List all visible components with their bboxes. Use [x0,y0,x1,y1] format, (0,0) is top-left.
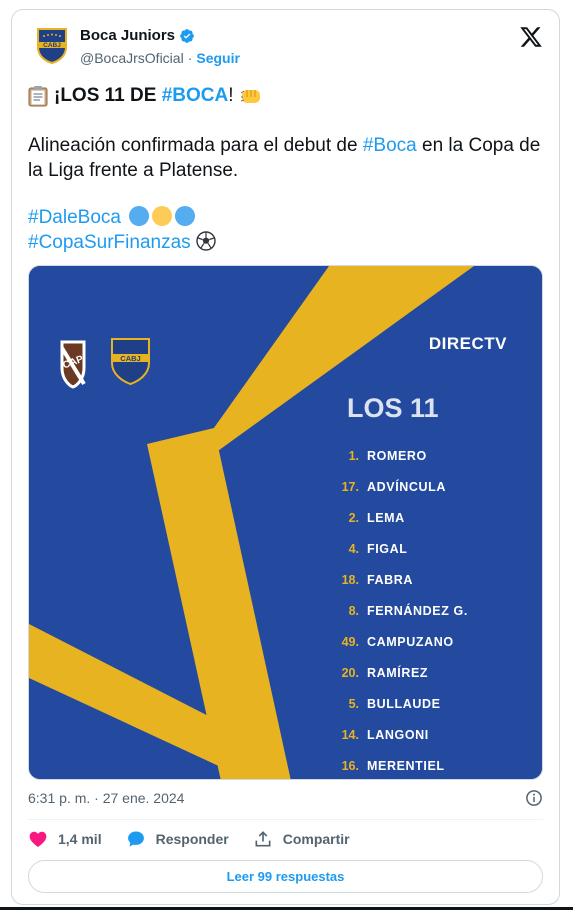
share-icon [255,831,271,847]
heart-icon [29,831,47,847]
tweet-tags-line-2: #CopaSurFinanzas [28,230,548,255]
lineup-number: 5. [349,697,359,711]
lineup-player-name: LANGONI [367,728,429,742]
lineup-player-name: FABRA [367,573,413,587]
lineup-number: 2. [349,511,359,525]
read-replies-button[interactable]: Leer 99 respuestas [28,860,543,893]
boca-juniors-avatar[interactable]: CABJ [32,25,72,65]
hashtag-copasurfinanzas[interactable]: #CopaSurFinanzas [28,232,191,253]
speech-bubble-icon [127,831,144,847]
lineup-number: 16. [342,759,359,773]
tweet-text: ¡LOS 11 DE #BOCA! Alineación confirmada … [28,83,548,255]
like-count: 1,4 mil [58,831,102,847]
separator-dot: · [187,50,193,66]
lineup-number: 1. [349,449,359,463]
lineup-player-name: ROMERO [367,449,427,463]
share-button[interactable]: Compartir [253,829,350,849]
lineup-player-name: ADVÍNCULA [367,479,446,494]
handle-row: @BocaJrsOficial · Seguir [80,50,240,66]
sponsor-logo-text: DIRECTV [429,334,507,353]
x-logo-icon[interactable] [519,25,543,49]
verified-badge-icon [180,28,194,43]
boca-crest: CABJ [111,338,150,386]
lineup-number: 8. [349,604,359,618]
clipboard-icon [28,85,48,106]
boca-crest-text: CABJ [120,354,140,363]
lineup-number: 18. [342,573,359,587]
lineup-number: 20. [342,666,359,680]
tweet-line1-bold: LOS 11 DE [60,85,162,106]
tweet-line-1: ¡LOS 11 DE #BOCA! [28,83,548,108]
lineup-player-name: BULLAUDE [367,697,441,711]
divider [28,819,543,820]
lineup-player-name: RAMÍREZ [367,665,428,680]
tweet-paragraph-2: Alineación confirmada para el debut de #… [28,133,548,183]
yellow-circle-icon [152,206,173,226]
lineup-image[interactable]: CAP CABJ DIRECTV LOS 11 1. ROMERO 17. ADVÍN… [28,265,543,780]
follow-button[interactable]: Seguir [196,50,240,66]
hashtag-boca-caps[interactable]: #BOCA [162,85,229,106]
lineup-player-name: MERENTIEL [367,759,445,773]
lineup-player-name: FERNÁNDEZ G. [367,603,468,618]
account-handle[interactable]: @BocaJrsOficial [80,50,184,66]
blue-circle-icon [129,206,150,226]
lineup-number: 17. [342,480,359,494]
hashtag-daleboca[interactable]: #DaleBoca [28,207,121,228]
account-name[interactable]: Boca Juniors [80,27,175,44]
lineup-number: 4. [349,542,359,556]
lineup-number: 49. [342,635,359,649]
avatar-crest-text: CABJ [43,42,61,49]
action-bar: 1,4 mil Responder Compartir [28,829,350,849]
lineup-player-name: FIGAL [367,542,408,556]
lineup-player-name: CAMPUZANO [367,635,454,649]
hashtag-boca[interactable]: #Boca [363,135,417,156]
share-label: Compartir [282,831,350,847]
info-icon[interactable] [525,789,543,807]
blue-circle-icon [175,206,196,226]
name-row: Boca Juniors [80,27,195,44]
lineup-number: 14. [342,728,359,742]
tweet-p2-start: Alineación confirmada para el debut de [28,135,363,156]
lineup-player-name: LEMA [367,511,405,525]
tweet-card: CABJ Boca Juniors @BocaJrsOficial · Segu… [11,9,560,905]
like-button[interactable]: 1,4 mil [28,829,102,849]
tweet-line1-suffix: ! [228,85,234,106]
lineup-graphic: CAP CABJ DIRECTV LOS 11 1. ROMERO 17. ADVÍN… [29,266,542,779]
soccer-ball-icon [196,231,216,251]
platense-crest: CAP [60,340,86,389]
reply-button[interactable]: Responder [126,829,229,849]
tweet-tags-line-1: #DaleBoca [28,205,548,230]
reply-label: Responder [155,831,229,847]
lineup-heading: LOS 11 [347,393,439,423]
fist-emoji-icon [240,89,260,103]
tweet-timestamp[interactable]: 6:31 p. m. · 27 ene. 2024 [28,790,184,806]
